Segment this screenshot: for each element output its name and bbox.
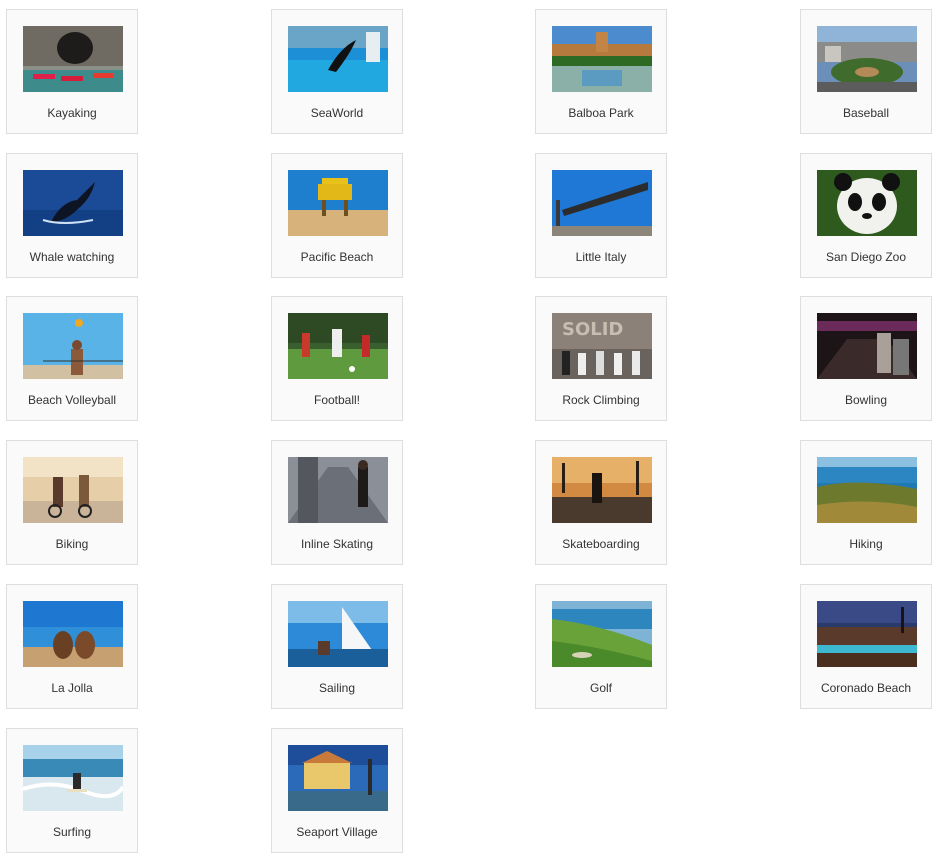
tile-label: La Jolla	[51, 681, 93, 695]
seaport-village-photo[interactable]	[288, 745, 388, 811]
tile-label: Little Italy	[575, 250, 627, 264]
tile-little-italy[interactable]: Little Italy	[535, 153, 667, 278]
activity-grid: Kayaking SeaWorld Balboa Park Baseball W…	[0, 0, 945, 860]
tile-hiking[interactable]: Hiking	[800, 440, 932, 565]
tile-la-jolla[interactable]: La Jolla	[6, 584, 138, 709]
tile-label: Skateboarding	[562, 537, 640, 551]
tile-sailing[interactable]: Sailing	[271, 584, 403, 709]
golf-photo[interactable]	[552, 601, 652, 667]
tile-seaport-village[interactable]: Seaport Village	[271, 728, 403, 853]
tile-label: Coronado Beach	[820, 681, 912, 695]
little-italy-photo[interactable]	[552, 170, 652, 236]
surfing-photo[interactable]	[23, 745, 123, 811]
tile-label: Balboa Park	[568, 106, 634, 120]
tile-label: Golf	[589, 681, 612, 695]
san-diego-zoo-photo[interactable]	[817, 170, 917, 236]
tile-label: Seaport Village	[296, 825, 378, 839]
tile-label: SeaWorld	[310, 106, 364, 120]
seaworld-photo[interactable]	[288, 26, 388, 92]
tile-kayaking[interactable]: Kayaking	[6, 9, 138, 134]
tile-whale-watching[interactable]: Whale watching	[6, 153, 138, 278]
tile-label: Biking	[55, 537, 89, 551]
tile-football[interactable]: Football!	[271, 296, 403, 421]
whale-watching-photo[interactable]	[23, 170, 123, 236]
skateboarding-photo[interactable]	[552, 457, 652, 523]
beach-volleyball-photo[interactable]	[23, 313, 123, 379]
tile-label: Pacific Beach	[300, 250, 374, 264]
biking-photo[interactable]	[23, 457, 123, 523]
football-photo[interactable]	[288, 313, 388, 379]
tile-label: Beach Volleyball	[27, 393, 117, 407]
balboa-park-photo[interactable]	[552, 26, 652, 92]
tile-label: Rock Climbing	[562, 393, 640, 407]
tile-label: Whale watching	[29, 250, 115, 264]
tile-label: Inline Skating	[300, 537, 374, 551]
inline-skating-photo[interactable]	[288, 457, 388, 523]
tile-label: Kayaking	[47, 106, 97, 120]
tile-inline-skating[interactable]: Inline Skating	[271, 440, 403, 565]
tile-balboa-park[interactable]: Balboa Park	[535, 9, 667, 134]
baseball-photo[interactable]	[817, 26, 917, 92]
tile-label: Hiking	[849, 537, 883, 551]
tile-golf[interactable]: Golf	[535, 584, 667, 709]
tile-label: Sailing	[318, 681, 356, 695]
tile-seaworld[interactable]: SeaWorld	[271, 9, 403, 134]
tile-biking[interactable]: Biking	[6, 440, 138, 565]
tile-skateboarding[interactable]: Skateboarding	[535, 440, 667, 565]
rock-climbing-photo[interactable]: SOLID	[552, 313, 652, 379]
tile-rock-climbing[interactable]: SOLID Rock Climbing	[535, 296, 667, 421]
tile-beach-volleyball[interactable]: Beach Volleyball	[6, 296, 138, 421]
bowling-photo[interactable]	[817, 313, 917, 379]
la-jolla-photo[interactable]	[23, 601, 123, 667]
coronado-beach-photo[interactable]	[817, 601, 917, 667]
tile-coronado-beach[interactable]: Coronado Beach	[800, 584, 932, 709]
hiking-photo[interactable]	[817, 457, 917, 523]
tile-bowling[interactable]: Bowling	[800, 296, 932, 421]
pacific-beach-photo[interactable]	[288, 170, 388, 236]
tile-surfing[interactable]: Surfing	[6, 728, 138, 853]
tile-pacific-beach[interactable]: Pacific Beach	[271, 153, 403, 278]
tile-baseball[interactable]: Baseball	[800, 9, 932, 134]
tile-label: San Diego Zoo	[825, 250, 907, 264]
tile-label: Football!	[313, 393, 361, 407]
tile-label: Surfing	[52, 825, 92, 839]
tile-label: Baseball	[842, 106, 890, 120]
tile-san-diego-zoo[interactable]: San Diego Zoo	[800, 153, 932, 278]
tile-label: Bowling	[844, 393, 888, 407]
svg-text:SOLID: SOLID	[562, 319, 623, 340]
kayaking-photo[interactable]	[23, 26, 123, 92]
sailing-photo[interactable]	[288, 601, 388, 667]
